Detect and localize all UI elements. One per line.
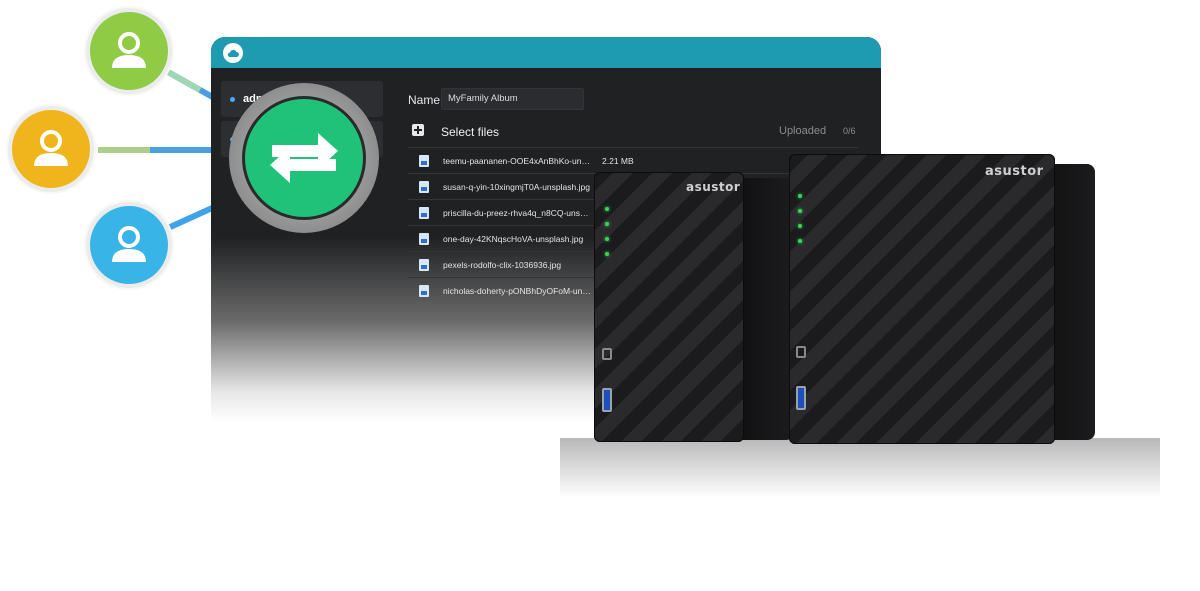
file-name: one-day-42KNqscHoVA-unsplash.jpg xyxy=(443,234,584,244)
file-icon xyxy=(419,259,429,271)
name-label: Name xyxy=(408,93,441,107)
uploaded-label: Uploaded xyxy=(779,125,827,137)
usb-port xyxy=(796,386,806,410)
cloud-icon[interactable] xyxy=(223,43,243,63)
transfer-icon xyxy=(270,133,338,183)
file-name: priscilla-du-preez-rhva4q_n8CQ-unsp… xyxy=(443,208,593,218)
file-size: 2.21 MB xyxy=(602,156,634,166)
file-icon xyxy=(419,233,429,245)
user-avatar-green xyxy=(86,8,172,94)
user-icon xyxy=(112,32,146,68)
device-shadow xyxy=(560,438,1160,498)
nas-side-panel xyxy=(1049,164,1095,440)
power-button[interactable] xyxy=(796,346,806,358)
file-icon xyxy=(419,207,429,219)
user-icon xyxy=(112,226,146,262)
brand-logo: asustor xyxy=(985,164,1044,179)
file-name: pexels-rodolfo-clix-1036936.jpg xyxy=(443,260,562,270)
nas-side-panel xyxy=(740,178,794,440)
select-files-button[interactable]: Select files xyxy=(441,125,499,139)
status-dot xyxy=(230,97,235,102)
file-name: teemu-paananen-OOE4xAnBhKo-uns… xyxy=(443,156,593,166)
status-leds xyxy=(605,207,609,267)
file-icon xyxy=(419,285,429,297)
uploaded-count: 0/6 xyxy=(843,126,856,136)
brand-logo: asustor xyxy=(686,180,741,194)
user-avatar-yellow xyxy=(8,106,94,192)
nas-front-panel xyxy=(789,154,1055,444)
file-icon xyxy=(419,155,429,167)
nas-front-panel xyxy=(594,172,744,442)
file-name: susan-q-yin-10xingmjT0A-unsplash.jpg xyxy=(443,182,590,192)
nas-device-2bay: asustor xyxy=(594,172,794,442)
album-name-input[interactable]: MyFamily Album xyxy=(441,88,584,110)
user-avatar-blue xyxy=(86,202,172,288)
power-button[interactable] xyxy=(602,348,612,360)
add-icon[interactable] xyxy=(412,124,424,136)
nas-device-4bay: asustor xyxy=(789,154,1095,444)
file-icon xyxy=(419,181,429,193)
user-icon xyxy=(34,130,68,166)
status-leds xyxy=(798,194,802,254)
usb-port xyxy=(602,388,612,412)
transfer-hub xyxy=(229,83,379,233)
file-name: nicholas-doherty-pONBhDyOFoM-un… xyxy=(443,286,591,296)
title-bar xyxy=(211,37,881,68)
